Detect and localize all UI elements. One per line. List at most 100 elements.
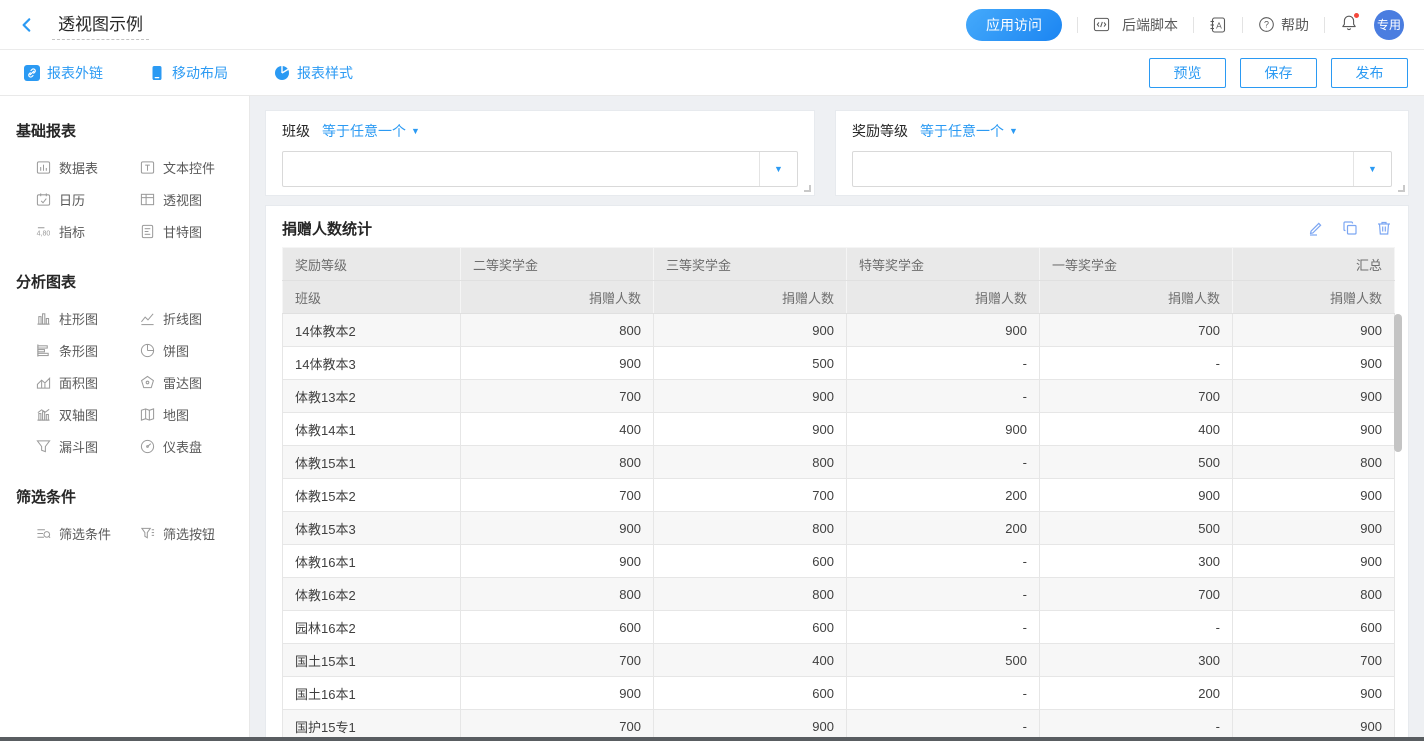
value-cell: - xyxy=(1040,347,1233,380)
sidebar-item-gauge[interactable]: 仪表盘 xyxy=(140,430,249,462)
value-cell: 900 xyxy=(1233,479,1395,512)
value-cell: 300 xyxy=(1040,545,1233,578)
sidebar-item-pivot[interactable]: 透视图 xyxy=(140,183,249,215)
sidebar-item-line-chart[interactable]: 折线图 xyxy=(140,302,249,334)
value-cell: 900 xyxy=(654,380,847,413)
report-style-button[interactable]: 报表样式 xyxy=(274,63,353,83)
value-cell: 600 xyxy=(654,611,847,644)
value-cell: - xyxy=(847,578,1040,611)
edit-icon[interactable] xyxy=(1308,220,1324,236)
value-cell: 900 xyxy=(1233,413,1395,446)
resize-handle[interactable] xyxy=(1398,185,1405,192)
mobile-layout-button[interactable]: 移动布局 xyxy=(149,63,228,83)
value-cell: 700 xyxy=(1233,644,1395,677)
caret-down-icon: ▼ xyxy=(411,127,420,136)
sidebar-item-text-widget[interactable]: 文本控件 xyxy=(140,151,249,183)
copy-icon[interactable] xyxy=(1342,220,1358,236)
row-label-cell: 14体教本3 xyxy=(283,347,461,380)
vertical-scrollbar-thumb[interactable] xyxy=(1394,314,1402,452)
sidebar-item-radar-chart[interactable]: 雷达图 xyxy=(140,366,249,398)
value-cell: 500 xyxy=(654,347,847,380)
filter-value-select[interactable]: ▼ xyxy=(852,151,1392,187)
value-cell: 900 xyxy=(847,314,1040,347)
sidebar-item-bar-chart[interactable]: 条形图 xyxy=(36,334,140,366)
save-button[interactable]: 保存 xyxy=(1240,58,1317,88)
divider xyxy=(1324,17,1325,33)
sidebar-item-calendar[interactable]: 日历 xyxy=(36,183,140,215)
value-cell: 800 xyxy=(461,314,654,347)
value-cell: 800 xyxy=(461,446,654,479)
sidebar-item-column-chart[interactable]: 柱形图 xyxy=(36,302,140,334)
row-label-cell: 国土15本1 xyxy=(283,644,461,677)
horizontal-scrollbar[interactable] xyxy=(0,737,1424,741)
row-label-cell: 体教14本1 xyxy=(283,413,461,446)
filter-widget-reward-level[interactable]: 奖励等级 等于任意一个 ▼ ▼ xyxy=(835,110,1409,196)
app-access-button[interactable]: 应用访问 xyxy=(966,9,1062,41)
delete-icon[interactable] xyxy=(1376,220,1392,236)
value-cell: - xyxy=(847,347,1040,380)
table-row: 国土15本1 700 400 500 300 700 xyxy=(283,644,1395,677)
caret-down-icon: ▼ xyxy=(1368,165,1377,174)
filter-value xyxy=(853,152,1353,186)
sidebar-item-filter-condition[interactable]: 筛选条件 xyxy=(36,517,140,549)
sidebar-item-funnel-chart[interactable]: 漏斗图 xyxy=(36,430,140,462)
backend-script-button[interactable]: 后端脚本 xyxy=(1093,15,1178,35)
notification-button[interactable] xyxy=(1340,14,1358,35)
filter-value-select[interactable]: ▼ xyxy=(282,151,798,187)
pie-chart-outline-icon xyxy=(140,343,155,358)
sidebar-item-data-table[interactable]: 数据表 xyxy=(36,151,140,183)
map-icon xyxy=(140,407,155,422)
sidebar-item-gantt[interactable]: 甘特图 xyxy=(140,215,249,247)
value-cell: 400 xyxy=(654,644,847,677)
back-button[interactable] xyxy=(18,16,36,34)
value-cell: 900 xyxy=(461,545,654,578)
pivot-widget[interactable]: 捐赠人数统计 xyxy=(265,205,1409,741)
table-row: 体教14本1 400 900 900 400 900 xyxy=(283,413,1395,446)
value-cell: 800 xyxy=(654,578,847,611)
value-cell: 800 xyxy=(654,446,847,479)
value-cell: - xyxy=(847,545,1040,578)
page-title[interactable]: 透视图示例 xyxy=(52,10,149,40)
report-link-button[interactable]: 报表外链 xyxy=(24,63,103,83)
filter-operator-dropdown[interactable]: 等于任意一个 ▼ xyxy=(920,121,1018,141)
sidebar-item-map[interactable]: 地图 xyxy=(140,398,249,430)
sidebar-item-metric[interactable]: 4,80 指标 xyxy=(36,215,140,247)
avatar[interactable]: 专用 xyxy=(1374,10,1404,40)
row-label-cell: 国土16本1 xyxy=(283,677,461,710)
report-canvas: 班级 等于任意一个 ▼ ▼ 奖励等级 等于任意一个 xyxy=(250,96,1424,741)
value-cell: 900 xyxy=(654,314,847,347)
filter-widget-class[interactable]: 班级 等于任意一个 ▼ ▼ xyxy=(265,110,815,196)
value-cell: 900 xyxy=(1233,545,1395,578)
row-label-cell: 体教16本2 xyxy=(283,578,461,611)
measure-header: 捐赠人数 xyxy=(847,281,1040,314)
value-cell: 900 xyxy=(1233,347,1395,380)
link-icon xyxy=(24,65,40,81)
address-book-button[interactable]: A xyxy=(1209,16,1227,34)
resize-handle[interactable] xyxy=(804,185,811,192)
measure-header: 捐赠人数 xyxy=(1233,281,1395,314)
column-chart-icon xyxy=(36,311,51,326)
divider xyxy=(1242,17,1243,33)
value-cell: 700 xyxy=(1040,578,1233,611)
help-button[interactable]: ? 帮助 xyxy=(1258,15,1309,35)
report-link-label: 报表外链 xyxy=(47,63,103,83)
sidebar-item-pie-chart[interactable]: 饼图 xyxy=(140,334,249,366)
address-book-icon: A xyxy=(1209,16,1227,34)
mobile-icon xyxy=(149,65,165,81)
preview-button[interactable]: 预览 xyxy=(1149,58,1226,88)
value-cell: 800 xyxy=(1233,446,1395,479)
value-cell: 800 xyxy=(654,512,847,545)
section-title-basic-reports: 基础报表 xyxy=(16,120,249,141)
sidebar-item-dual-axis-chart[interactable]: 双轴图 xyxy=(36,398,140,430)
row-label-cell: 14体教本2 xyxy=(283,314,461,347)
row-label-cell: 体教15本3 xyxy=(283,512,461,545)
sidebar-item-filter-button[interactable]: 筛选按钮 xyxy=(140,517,249,549)
sub-toolbar: 报表外链 移动布局 报表样式 预览 保存 发布 xyxy=(0,50,1424,96)
filter-operator-dropdown[interactable]: 等于任意一个 ▼ xyxy=(322,121,420,141)
value-cell: 700 xyxy=(1040,314,1233,347)
sidebar-item-area-chart[interactable]: 面积图 xyxy=(36,366,140,398)
publish-button[interactable]: 发布 xyxy=(1331,58,1408,88)
divider xyxy=(1077,17,1078,33)
value-cell: 900 xyxy=(1233,380,1395,413)
filter-field-label: 班级 xyxy=(282,121,310,141)
